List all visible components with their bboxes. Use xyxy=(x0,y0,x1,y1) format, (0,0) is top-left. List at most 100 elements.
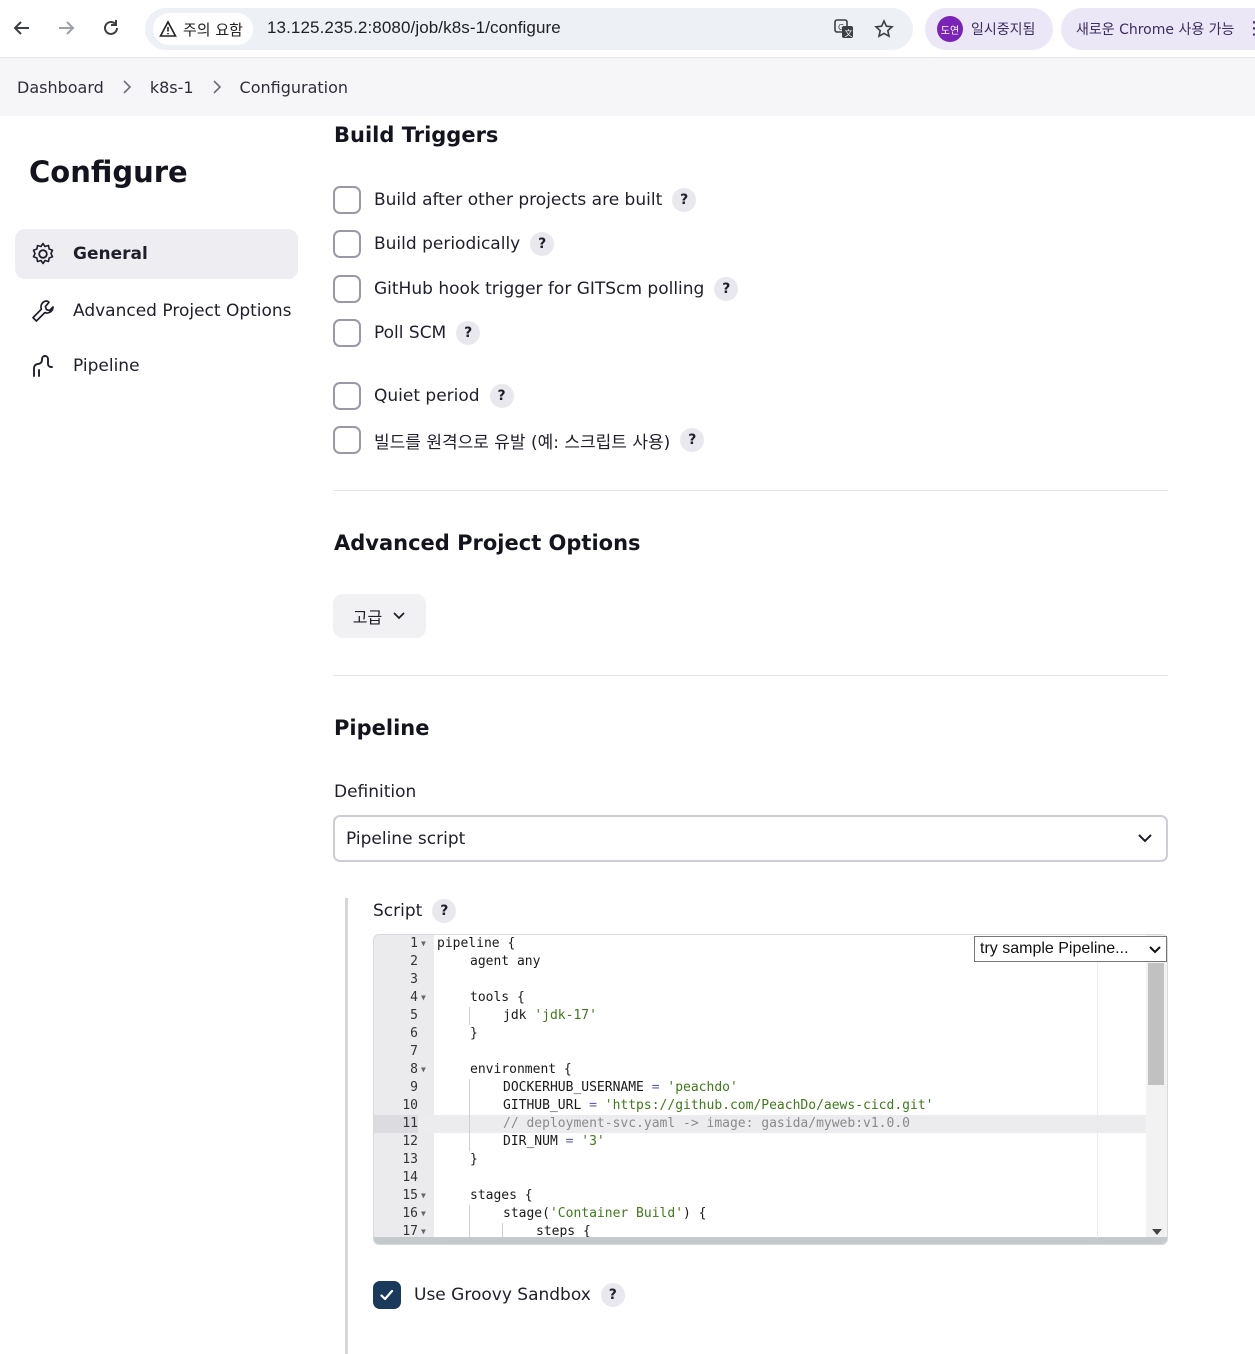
checkbox-label: Quiet period xyxy=(374,386,480,406)
page-title: Configure xyxy=(29,155,188,189)
help-icon[interactable]: ? xyxy=(489,384,514,408)
code-line[interactable]: 11 // deployment-svc.yaml -> image: gasid… xyxy=(374,1115,1146,1133)
indent-guide xyxy=(469,1007,470,1025)
checkbox-label: Build after other projects are built xyxy=(374,190,663,210)
option-quiet-period[interactable]: Quiet period ? xyxy=(333,381,514,411)
editor-horizontal-scrollbar[interactable] xyxy=(374,1237,1167,1244)
code-text: } xyxy=(470,1152,478,1167)
trigger-build-periodically[interactable]: Build periodically ? xyxy=(333,229,555,259)
bookmark-button[interactable] xyxy=(871,16,897,42)
security-chip[interactable]: 주의 요함 xyxy=(153,13,253,45)
definition-select[interactable]: Pipeline script xyxy=(333,815,1168,862)
fold-arrow-icon[interactable]: ▼ xyxy=(421,1205,426,1223)
checkbox[interactable] xyxy=(333,426,361,454)
forward-button[interactable] xyxy=(48,10,84,46)
help-icon[interactable]: ? xyxy=(714,277,739,301)
trigger-github-hook[interactable]: GitHub hook trigger for GITScm polling ? xyxy=(333,274,739,304)
line-number: 12 xyxy=(402,1134,418,1149)
fold-arrow-icon[interactable]: ▼ xyxy=(421,989,426,1007)
address-bar[interactable]: 주의 요함 13.125.235.2:8080/job/k8s-1/config… xyxy=(145,8,913,50)
arrow-left-icon xyxy=(13,21,29,35)
code-line[interactable]: 10 GITHUB_URL = 'https://github.com/Peach… xyxy=(374,1097,1146,1115)
editor-scrollbar[interactable] xyxy=(1146,935,1167,1239)
indent-guide xyxy=(469,1115,470,1133)
code-line[interactable]: 6} xyxy=(374,1025,1146,1043)
sidebar-item-pipeline[interactable]: Pipeline xyxy=(15,341,298,391)
checkbox[interactable] xyxy=(333,319,361,347)
translate-button[interactable]: G文 xyxy=(831,16,857,42)
checkbox[interactable] xyxy=(333,186,361,214)
profile-status: 일시중지됨 xyxy=(971,22,1036,38)
help-icon[interactable]: ? xyxy=(680,428,705,452)
line-number: 1 xyxy=(410,936,418,951)
code-text: // deployment-svc.yaml -> image: gasida/… xyxy=(503,1116,910,1131)
line-number: 10 xyxy=(402,1098,418,1113)
use-groovy-sandbox[interactable]: Use Groovy Sandbox ? xyxy=(373,1280,625,1310)
code-text: stages { xyxy=(470,1188,533,1203)
code-line[interactable]: 14 xyxy=(374,1169,1146,1187)
line-number: 8 xyxy=(410,1062,418,1077)
svg-text:G: G xyxy=(838,23,844,32)
code-line[interactable]: 3 xyxy=(374,971,1146,989)
breadcrumb-job[interactable]: k8s-1 xyxy=(150,78,194,97)
code-text: tools { xyxy=(470,990,525,1005)
advanced-toggle-button[interactable]: 고급 xyxy=(333,594,426,638)
code-line[interactable]: 4 ▼ tools { xyxy=(374,989,1146,1007)
help-icon[interactable]: ? xyxy=(600,1283,625,1307)
help-icon[interactable]: ? xyxy=(672,188,697,212)
section-divider xyxy=(333,490,1168,491)
help-icon[interactable]: ? xyxy=(530,232,555,256)
reload-button[interactable] xyxy=(93,10,129,46)
trigger-build-after-other-projects[interactable]: Build after other projects are built ? xyxy=(333,185,697,215)
code-line[interactable]: 8 ▼ environment { xyxy=(374,1061,1146,1079)
checkbox-label: Build periodically xyxy=(374,234,521,254)
scrollbar-thumb[interactable] xyxy=(1148,963,1164,1085)
breadcrumb-configuration[interactable]: Configuration xyxy=(240,78,349,97)
profile-button[interactable]: 도연 일시중지됨 xyxy=(925,8,1053,50)
code-line[interactable]: 5 jdk 'jdk-17' xyxy=(374,1007,1146,1025)
breadcrumb-dashboard[interactable]: Dashboard xyxy=(17,78,104,97)
code-text: stage('Container Build') { xyxy=(503,1206,707,1221)
build-triggers-title: Build Triggers xyxy=(334,123,499,147)
sidebar-item-general[interactable]: General xyxy=(15,229,298,279)
checkbox-label: Poll SCM xyxy=(374,323,447,343)
checkbox[interactable] xyxy=(333,275,361,303)
sample-pipeline-value: try sample Pipeline... xyxy=(980,940,1129,957)
script-label-row: Script ? xyxy=(373,896,457,926)
help-icon[interactable]: ? xyxy=(432,899,457,923)
translate-icon: G文 xyxy=(834,19,853,38)
indent-guide xyxy=(469,1133,470,1151)
fold-arrow-icon[interactable]: ▼ xyxy=(421,1061,426,1079)
sample-pipeline-select[interactable]: try sample Pipeline... xyxy=(974,936,1167,962)
code-line[interactable]: 12 DIR_NUM = '3' xyxy=(374,1133,1146,1151)
checkbox-checked[interactable] xyxy=(373,1281,401,1309)
sidebar-item-advanced-project-options[interactable]: Advanced Project Options xyxy=(15,286,298,336)
section-divider xyxy=(333,675,1168,676)
line-number: 11 xyxy=(374,1115,418,1133)
fold-arrow-icon[interactable]: ▼ xyxy=(421,1187,426,1205)
code-line[interactable]: 7 xyxy=(374,1043,1146,1061)
url-text[interactable]: 13.125.235.2:8080/job/k8s-1/configure xyxy=(267,18,561,38)
checkbox[interactable] xyxy=(333,382,361,410)
code-line[interactable]: 13} xyxy=(374,1151,1146,1169)
arrow-right-icon xyxy=(59,21,75,35)
code-text: agent any xyxy=(470,954,541,969)
code-line[interactable]: 9 DOCKERHUB_USERNAME = 'peachdo' xyxy=(374,1079,1146,1097)
breadcrumb: Dashboard k8s-1 Configuration xyxy=(0,58,1255,116)
back-button[interactable] xyxy=(4,10,40,46)
scroll-down-icon[interactable] xyxy=(1152,1229,1162,1235)
script-editor[interactable]: 1 ▼ pipeline {2 agent any 3 4 ▼ tools {5 jdk 'jd… xyxy=(373,934,1168,1245)
definition-value: Pipeline script xyxy=(346,828,466,849)
code-line[interactable]: 15 ▼ stages { xyxy=(374,1187,1146,1205)
more-menu-icon[interactable]: ⋮ xyxy=(1245,18,1255,39)
checkbox[interactable] xyxy=(333,230,361,258)
fold-arrow-icon[interactable]: ▼ xyxy=(421,935,426,953)
help-icon[interactable]: ? xyxy=(456,321,481,345)
chrome-update-button[interactable]: 새로운 Chrome 사용 가능 xyxy=(1061,8,1255,50)
trigger-remote-build[interactable]: 빌드를 원격으로 유발 (예: 스크립트 사용) ? xyxy=(333,425,705,455)
indent-guide xyxy=(469,1079,470,1097)
trigger-poll-scm[interactable]: Poll SCM ? xyxy=(333,318,481,348)
code-line[interactable]: 16 ▼ stage('Container Build') { xyxy=(374,1205,1146,1223)
line-number: 7 xyxy=(410,1044,418,1059)
star-icon xyxy=(874,19,894,38)
